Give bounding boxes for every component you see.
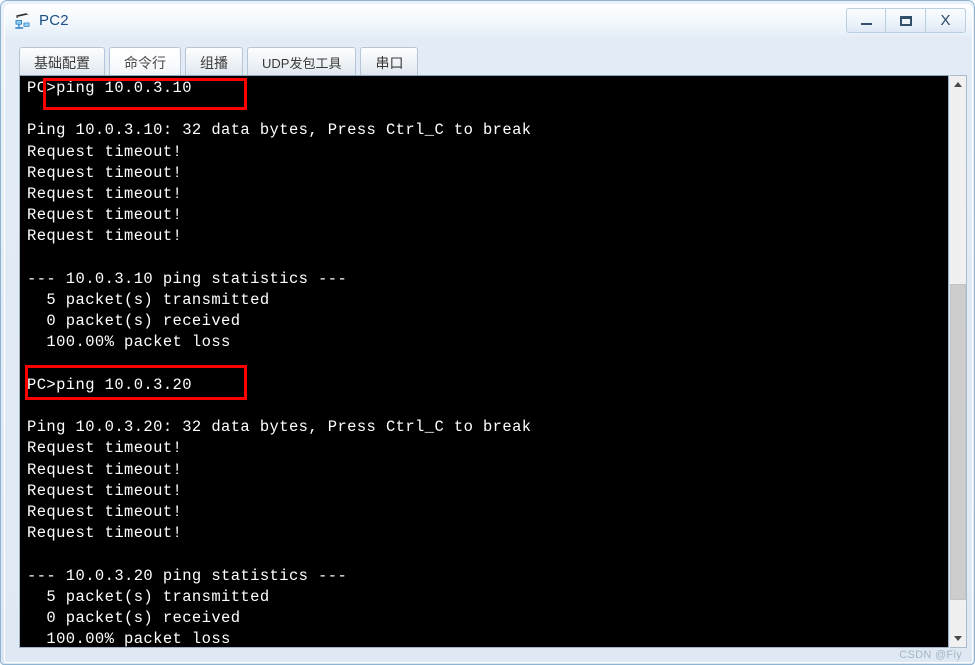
minimize-icon xyxy=(860,23,872,25)
client-area: 基础配置 命令行 组播 UDP发包工具 串口 PC>ping 10.0.3.10… xyxy=(11,37,967,659)
tab-label: 组播 xyxy=(200,54,228,71)
tab-label: UDP发包工具 xyxy=(262,56,342,71)
tab-label: 基础配置 xyxy=(34,54,90,71)
terminal-line: --- 10.0.3.20 ping statistics --- xyxy=(27,566,348,585)
tab-label: 串口 xyxy=(375,54,404,71)
tab-label: 命令行 xyxy=(124,54,166,71)
chevron-up-icon xyxy=(954,82,962,87)
pc-network-icon xyxy=(15,13,30,29)
terminal-line: 5 packet(s) transmitted xyxy=(27,587,270,606)
terminal-line: Request timeout! xyxy=(27,227,183,246)
close-icon: X xyxy=(940,12,951,29)
scrollbar-thumb[interactable] xyxy=(950,284,966,600)
terminal-line: Request timeout! xyxy=(27,185,183,203)
tab-basic-config[interactable]: 基础配置 xyxy=(19,47,105,77)
terminal-line: 5 packet(s) transmitted xyxy=(27,291,270,309)
terminal-line: Request timeout! xyxy=(27,460,183,479)
maximize-icon xyxy=(899,15,912,26)
terminal-line: PC>ping 10.0.3.20 xyxy=(27,375,192,394)
window-title: PC2 xyxy=(39,12,69,29)
tab-udp-packet-tool[interactable]: UDP发包工具 xyxy=(247,47,357,77)
terminal-line: 100.00% packet loss xyxy=(27,630,231,648)
terminal-line: Request timeout! xyxy=(27,142,183,161)
scroll-up-button[interactable] xyxy=(950,76,966,93)
chevron-down-icon xyxy=(954,636,962,641)
terminal-line: Request timeout! xyxy=(27,163,183,182)
tab-command-line[interactable]: 命令行 xyxy=(109,47,181,77)
close-button[interactable]: X xyxy=(926,8,966,33)
tab-multicast[interactable]: 组播 xyxy=(185,47,243,77)
terminal-line: Ping 10.0.3.20: 32 data bytes, Press Ctr… xyxy=(27,418,532,437)
minimize-button[interactable] xyxy=(846,8,886,33)
terminal-line: Request timeout! xyxy=(27,439,183,458)
tab-strip: 基础配置 命令行 组播 UDP发包工具 串口 xyxy=(19,43,422,77)
maximize-button[interactable] xyxy=(886,8,926,33)
terminal-line: Request timeout! xyxy=(27,206,183,225)
terminal-console[interactable]: PC>ping 10.0.3.10 Ping 10.0.3.10: 32 data… xyxy=(19,75,949,648)
terminal-line: Request timeout! xyxy=(27,524,183,543)
terminal-line: 0 packet(s) received xyxy=(27,312,241,331)
watermark: CSDN @Fiy xyxy=(899,649,962,661)
tab-serial-port[interactable]: 串口 xyxy=(360,47,419,77)
terminal-line: PC>ping 10.0.3.10 xyxy=(27,79,192,97)
terminal-output: PC>ping 10.0.3.10 Ping 10.0.3.10: 32 data… xyxy=(27,78,907,648)
terminal-scrollbar[interactable] xyxy=(950,75,967,648)
terminal-line: Request timeout! xyxy=(27,481,183,500)
terminal-line: 100.00% packet loss xyxy=(27,333,231,352)
terminal-line: Ping 10.0.3.10: 32 data bytes, Press Ctr… xyxy=(27,121,532,140)
window-controls: X xyxy=(846,8,966,33)
terminal-line: Request timeout! xyxy=(27,503,183,521)
pc2-window: PC2 X 基础配置 命令行 组播 UDP发包工具 串口 PC>ping 10.… xyxy=(0,0,975,665)
titlebar[interactable]: PC2 X xyxy=(5,5,972,36)
terminal-line: --- 10.0.3.10 ping statistics --- xyxy=(27,269,348,288)
scroll-down-button[interactable] xyxy=(950,630,966,647)
terminal-line: 0 packet(s) received xyxy=(27,609,241,627)
